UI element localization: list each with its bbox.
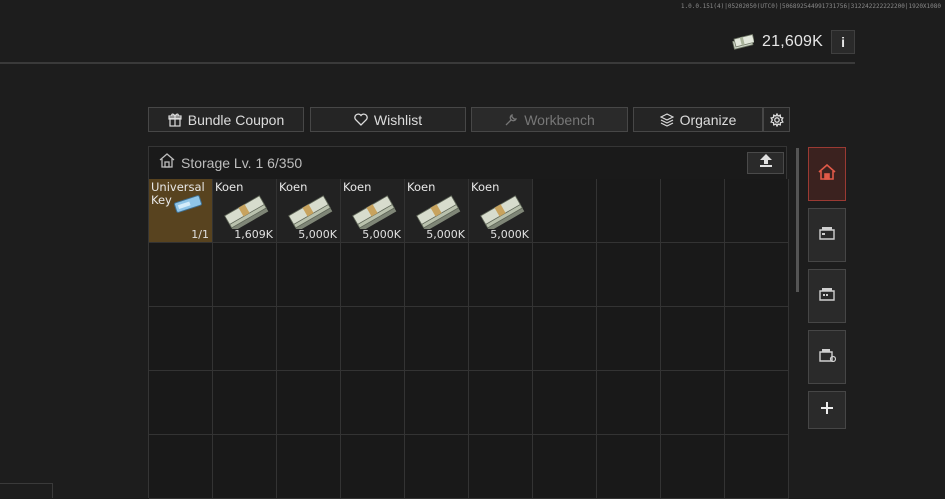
workbench-button[interactable]: Workbench bbox=[471, 107, 628, 132]
wrench-icon bbox=[504, 113, 518, 127]
build-info: 1.0.0.151(4)|05202050(UTC0)|506892544991… bbox=[680, 3, 941, 10]
empty-slot[interactable] bbox=[149, 243, 213, 307]
item-amount: 5,000K bbox=[362, 228, 401, 241]
item-amount: 5,000K bbox=[490, 228, 529, 241]
item-amount: 1/1 bbox=[191, 228, 209, 241]
empty-slot[interactable] bbox=[341, 243, 405, 307]
workbench-label: Workbench bbox=[524, 111, 595, 128]
empty-slot[interactable] bbox=[725, 435, 789, 499]
storage-home-icon bbox=[818, 163, 836, 185]
empty-slot[interactable] bbox=[597, 371, 661, 435]
empty-slot[interactable] bbox=[597, 307, 661, 371]
empty-slot[interactable] bbox=[213, 435, 277, 499]
empty-slot[interactable] bbox=[341, 435, 405, 499]
storage-grid: Universal Key 1/1 Koen 1,609K Koen 5,000… bbox=[149, 179, 789, 499]
storage-tab-box-3[interactable] bbox=[808, 330, 846, 384]
empty-slot[interactable] bbox=[533, 179, 597, 243]
empty-slot[interactable] bbox=[149, 435, 213, 499]
item-amount: 5,000K bbox=[426, 228, 465, 241]
storage-home-icon bbox=[159, 152, 175, 173]
upload-arrow-icon bbox=[759, 154, 772, 172]
empty-slot[interactable] bbox=[213, 243, 277, 307]
empty-slot[interactable] bbox=[725, 179, 789, 243]
inventory-item-koen[interactable]: Koen 5,000K bbox=[341, 179, 405, 243]
organize-settings-button[interactable] bbox=[763, 107, 790, 132]
empty-slot[interactable] bbox=[213, 307, 277, 371]
empty-slot[interactable] bbox=[213, 371, 277, 435]
layers-icon bbox=[659, 112, 674, 127]
move-up-button[interactable] bbox=[747, 152, 784, 174]
bottom-left-panel-edge bbox=[0, 483, 53, 498]
empty-slot[interactable] bbox=[469, 307, 533, 371]
empty-slot[interactable] bbox=[533, 243, 597, 307]
item-amount: 1,609K bbox=[234, 228, 273, 241]
empty-slot[interactable] bbox=[277, 307, 341, 371]
empty-slot[interactable] bbox=[469, 435, 533, 499]
empty-slot[interactable] bbox=[277, 435, 341, 499]
empty-slot[interactable] bbox=[533, 435, 597, 499]
empty-slot[interactable] bbox=[405, 243, 469, 307]
inventory-item-koen[interactable]: Koen 5,000K bbox=[469, 179, 533, 243]
empty-slot[interactable] bbox=[597, 435, 661, 499]
add-storage-tab-button[interactable] bbox=[808, 391, 846, 429]
item-amount: 5,000K bbox=[298, 228, 337, 241]
storage-header: Storage Lv. 1 6/350 bbox=[149, 147, 786, 178]
storage-title: Storage Lv. 1 6/350 bbox=[181, 154, 303, 171]
empty-slot[interactable] bbox=[277, 243, 341, 307]
bundle-coupon-button[interactable]: Bundle Coupon bbox=[148, 107, 304, 132]
wishlist-label: Wishlist bbox=[373, 111, 423, 128]
empty-slot[interactable] bbox=[661, 307, 725, 371]
storage-box-2-icon bbox=[818, 287, 836, 306]
wishlist-button[interactable]: Wishlist bbox=[310, 107, 466, 132]
empty-slot[interactable] bbox=[533, 371, 597, 435]
gear-icon bbox=[769, 112, 784, 127]
storage-box-3-icon bbox=[818, 348, 837, 367]
inventory-item-universal-key[interactable]: Universal Key 1/1 bbox=[149, 179, 213, 243]
heart-icon bbox=[354, 113, 368, 126]
empty-slot[interactable] bbox=[725, 307, 789, 371]
empty-slot[interactable] bbox=[597, 179, 661, 243]
organize-label: Organize bbox=[679, 111, 737, 128]
bundle-coupon-label: Bundle Coupon bbox=[187, 111, 285, 128]
empty-slot[interactable] bbox=[725, 243, 789, 307]
empty-slot[interactable] bbox=[149, 371, 213, 435]
storage-box-1-icon bbox=[818, 226, 836, 245]
empty-slot[interactable] bbox=[661, 243, 725, 307]
empty-slot[interactable] bbox=[405, 435, 469, 499]
keycard-icon bbox=[173, 195, 203, 218]
inventory-item-koen[interactable]: Koen 5,000K bbox=[277, 179, 341, 243]
storage-tab-box-1[interactable] bbox=[808, 208, 846, 262]
storage-panel: Storage Lv. 1 6/350 Universal Key 1/1 Ko… bbox=[148, 146, 789, 499]
organize-button[interactable]: Organize bbox=[633, 107, 763, 132]
empty-slot[interactable] bbox=[661, 371, 725, 435]
info-button[interactable]: i bbox=[831, 30, 856, 54]
currency-balance: 21,609K bbox=[762, 33, 824, 50]
storage-tab-box-2[interactable] bbox=[808, 269, 846, 323]
empty-slot[interactable] bbox=[597, 243, 661, 307]
currency-display: 21,609K i bbox=[732, 30, 856, 54]
empty-slot[interactable] bbox=[661, 179, 725, 243]
empty-slot[interactable] bbox=[469, 371, 533, 435]
storage-scrollbar[interactable] bbox=[796, 148, 799, 292]
empty-slot[interactable] bbox=[341, 307, 405, 371]
empty-slot[interactable] bbox=[469, 243, 533, 307]
inventory-item-koen[interactable]: Koen 5,000K bbox=[405, 179, 469, 243]
empty-slot[interactable] bbox=[149, 307, 213, 371]
inventory-item-koen[interactable]: Koen 1,609K bbox=[213, 179, 277, 243]
empty-slot[interactable] bbox=[405, 307, 469, 371]
storage-tab-home[interactable] bbox=[808, 147, 846, 201]
empty-slot[interactable] bbox=[661, 435, 725, 499]
gift-icon bbox=[168, 113, 182, 127]
empty-slot[interactable] bbox=[533, 307, 597, 371]
empty-slot[interactable] bbox=[341, 371, 405, 435]
koen-money-icon bbox=[732, 34, 755, 50]
header-divider bbox=[0, 62, 855, 64]
empty-slot[interactable] bbox=[277, 371, 341, 435]
plus-icon bbox=[820, 401, 834, 420]
empty-slot[interactable] bbox=[405, 371, 469, 435]
empty-slot[interactable] bbox=[725, 371, 789, 435]
